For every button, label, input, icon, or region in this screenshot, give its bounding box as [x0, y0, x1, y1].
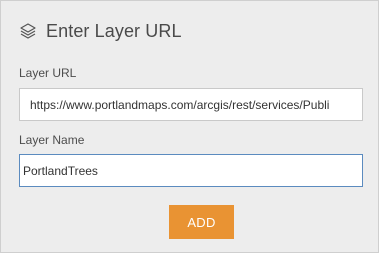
- add-layer-panel: Enter Layer URL Layer URL Layer Name ADD: [0, 0, 379, 253]
- panel-title: Enter Layer URL: [46, 20, 182, 41]
- layer-url-input[interactable]: [19, 88, 363, 121]
- layers-icon: [19, 22, 37, 40]
- layer-name-input[interactable]: [19, 154, 363, 187]
- layer-name-label: Layer Name: [19, 133, 85, 147]
- panel-header: Enter Layer URL: [19, 20, 182, 42]
- add-button[interactable]: ADD: [169, 205, 234, 239]
- layer-url-label: Layer URL: [19, 66, 77, 80]
